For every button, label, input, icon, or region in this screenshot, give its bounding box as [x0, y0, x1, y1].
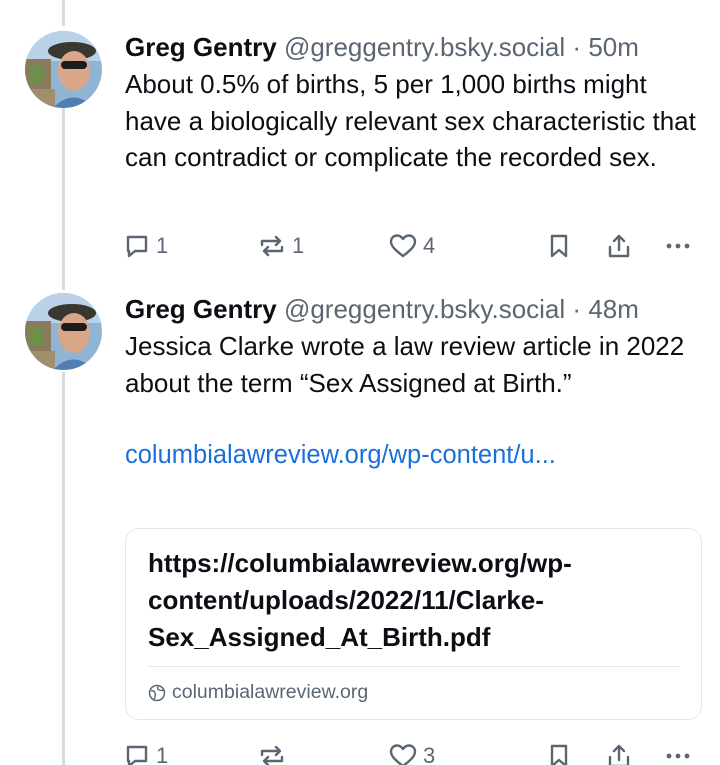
- more-icon: [664, 233, 692, 259]
- separator-dot: ·: [572, 294, 582, 324]
- share-button[interactable]: [606, 738, 632, 765]
- heart-icon: [389, 743, 417, 765]
- reply-count: 1: [156, 743, 169, 765]
- reply-icon: [124, 743, 150, 765]
- more-options-button[interactable]: [664, 228, 692, 264]
- repost-count: 1: [292, 233, 305, 258]
- like-button[interactable]: 3: [389, 738, 435, 765]
- share-icon: [606, 233, 632, 259]
- author-handle[interactable]: @greggentry.bsky.social: [284, 32, 565, 62]
- card-divider: [148, 666, 679, 667]
- link-card-domain-text: columbialawreview.org: [172, 681, 369, 703]
- avatar[interactable]: [25, 293, 102, 370]
- author-handle[interactable]: @greggentry.bsky.social: [284, 294, 565, 324]
- repost-icon: [258, 233, 286, 259]
- separator-dot: ·: [572, 32, 582, 62]
- reply-count: 1: [156, 233, 169, 258]
- reply-button[interactable]: 1: [124, 738, 168, 765]
- like-button[interactable]: 4: [389, 228, 435, 264]
- repost-icon: [258, 743, 286, 765]
- post-body: Greg Gentry @greggentry.bsky.social · 48…: [125, 286, 702, 720]
- post-actions: 1 3: [0, 738, 580, 765]
- post-link[interactable]: columbialawreview.org/wp-content/u...: [125, 437, 702, 473]
- more-icon: [664, 743, 692, 765]
- post-text: About 0.5% of births, 5 per 1,000 births…: [125, 69, 696, 172]
- author-name[interactable]: Greg Gentry: [125, 32, 277, 62]
- post-header: Greg Gentry @greggentry.bsky.social · 48…: [125, 286, 702, 332]
- bookmark-icon: [548, 743, 570, 765]
- post-actions: 1 1 4: [0, 228, 580, 264]
- avatar[interactable]: [25, 31, 102, 108]
- share-icon: [606, 743, 632, 765]
- reply-icon: [124, 233, 150, 259]
- post-header: Greg Gentry @greggentry.bsky.social · 50…: [125, 24, 702, 70]
- bookmark-icon: [548, 233, 570, 259]
- bookmark-button[interactable]: [548, 738, 570, 765]
- repost-button[interactable]: [258, 738, 292, 765]
- thread-line: [62, 0, 65, 26]
- post-text: Jessica Clarke wrote a law review articl…: [125, 331, 685, 398]
- share-button[interactable]: [606, 228, 632, 264]
- post-body: Greg Gentry @greggentry.bsky.social · 50…: [125, 24, 702, 176]
- link-card-domain: columbialawreview.org: [148, 679, 368, 705]
- bookmark-button[interactable]: [548, 228, 570, 264]
- thread-line: [62, 372, 65, 765]
- like-count: 3: [423, 743, 436, 765]
- post-time[interactable]: 48m: [588, 294, 639, 324]
- link-card-title: https://columbialawreview.org/wp-content…: [148, 548, 572, 652]
- like-count: 4: [423, 233, 436, 258]
- more-options-button[interactable]: [664, 738, 692, 765]
- post-time[interactable]: 50m: [588, 32, 639, 62]
- repost-button[interactable]: 1: [258, 228, 304, 264]
- globe-icon: [148, 683, 166, 702]
- reply-button[interactable]: 1: [124, 228, 168, 264]
- author-name[interactable]: Greg Gentry: [125, 294, 277, 324]
- link-preview-card[interactable]: https://columbialawreview.org/wp-content…: [125, 528, 702, 720]
- heart-icon: [389, 233, 417, 259]
